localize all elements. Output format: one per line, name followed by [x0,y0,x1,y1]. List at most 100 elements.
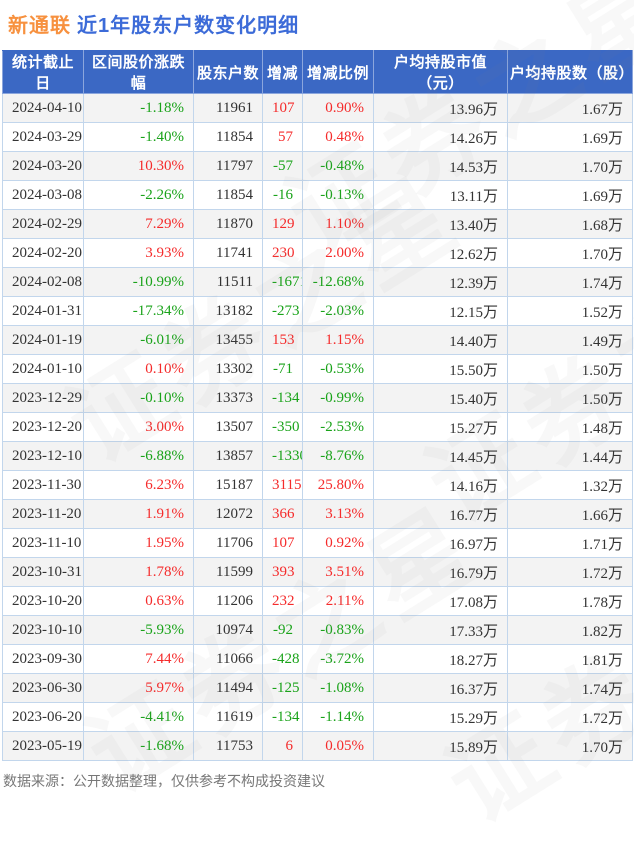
table-row: 2024-01-31 -17.34% 13182 -273 -2.03% 12.… [2,296,633,326]
cell-delta: -428 [262,644,303,674]
cell-change: -4.41% [83,702,194,732]
cell-change: -2.26% [83,180,194,210]
cell-date: 2024-02-20 [2,238,84,268]
cell-change: 5.97% [83,673,194,703]
cell-avg-value: 16.97万 [373,528,508,558]
cell-avg-shares: 1.70万 [507,238,633,268]
cell-holders: 11206 [193,586,263,616]
cell-avg-value: 13.40万 [373,209,508,239]
cell-change: -1.68% [83,731,194,761]
cell-date: 2023-09-30 [2,644,84,674]
cell-holders: 13455 [193,325,263,355]
cell-holders: 11753 [193,731,263,761]
table-row: 2023-11-20 1.91% 12072 366 3.13% 16.77万 … [2,499,633,529]
cell-ratio: 1.15% [302,325,374,355]
cell-avg-shares: 1.48万 [507,412,633,442]
cell-date: 2023-11-30 [2,470,84,500]
cell-avg-value: 14.26万 [373,122,508,152]
cell-holders: 12072 [193,499,263,529]
cell-delta: -1671 [262,267,303,297]
cell-ratio: -0.13% [302,180,374,210]
table-row: 2023-12-29 -0.10% 13373 -134 -0.99% 15.4… [2,383,633,413]
cell-avg-value: 16.77万 [373,499,508,529]
cell-holders: 11511 [193,267,263,297]
cell-delta: -92 [262,615,303,645]
column-header-delta: 增减 [262,50,303,94]
table-row: 2023-12-20 3.00% 13507 -350 -2.53% 15.27… [2,412,633,442]
table-row: 2023-06-30 5.97% 11494 -125 -1.08% 16.37… [2,673,633,703]
cell-avg-value: 12.62万 [373,238,508,268]
cell-avg-shares: 1.69万 [507,180,633,210]
cell-date: 2024-03-20 [2,151,84,181]
cell-holders: 15187 [193,470,263,500]
table-row: 2024-02-29 7.29% 11870 129 1.10% 13.40万 … [2,209,633,239]
cell-delta: -1330 [262,441,303,471]
cell-ratio: -0.99% [302,383,374,413]
cell-delta: 107 [262,528,303,558]
cell-delta: 232 [262,586,303,616]
cell-ratio: -2.53% [302,412,374,442]
stock-name: 新通联 [8,15,71,37]
cell-change: -6.01% [83,325,194,355]
cell-avg-shares: 1.69万 [507,122,633,152]
cell-holders: 11961 [193,93,263,123]
cell-change: -1.18% [83,93,194,123]
cell-date: 2023-11-20 [2,499,84,529]
cell-ratio: -0.53% [302,354,374,384]
cell-date: 2024-02-08 [2,267,84,297]
cell-avg-shares: 1.72万 [507,557,633,587]
cell-ratio: -1.08% [302,673,374,703]
cell-avg-shares: 1.50万 [507,354,633,384]
cell-date: 2024-01-31 [2,296,84,326]
table-row: 2024-03-20 10.30% 11797 -57 -0.48% 14.53… [2,151,633,181]
cell-holders: 11741 [193,238,263,268]
table-row: 2023-11-30 6.23% 15187 3115 25.80% 14.16… [2,470,633,500]
cell-change: 10.30% [83,151,194,181]
cell-date: 2024-01-19 [2,325,84,355]
cell-date: 2023-10-10 [2,615,84,645]
cell-ratio: 2.00% [302,238,374,268]
cell-date: 2023-10-20 [2,586,84,616]
table-row: 2024-04-10 -1.18% 11961 107 0.90% 13.96万… [2,93,633,123]
cell-change: -6.88% [83,441,194,471]
cell-date: 2023-05-19 [2,731,84,761]
table-header-row: 统计截止日 区间股价涨跌幅 股东户数 增减 增减比例 户均持股市值（元） 户均持… [2,50,634,94]
table-row: 2024-01-19 -6.01% 13455 153 1.15% 14.40万… [2,325,633,355]
column-header-date: 统计截止日 [2,50,84,94]
cell-ratio: 0.92% [302,528,374,558]
cell-change: 0.10% [83,354,194,384]
cell-change: 1.91% [83,499,194,529]
page-title: 新通联 近1年股东户数变化明细 [8,9,634,38]
cell-change: 1.95% [83,528,194,558]
table-row: 2024-03-08 -2.26% 11854 -16 -0.13% 13.11… [2,180,633,210]
cell-delta: -125 [262,673,303,703]
cell-date: 2023-06-20 [2,702,84,732]
table-row: 2024-03-29 -1.40% 11854 57 0.48% 14.26万 … [2,122,633,152]
cell-delta: 230 [262,238,303,268]
cell-change: 3.93% [83,238,194,268]
cell-avg-value: 15.29万 [373,702,508,732]
cell-date: 2023-12-10 [2,441,84,471]
cell-avg-shares: 1.70万 [507,731,633,761]
cell-ratio: 0.90% [302,93,374,123]
cell-ratio: 0.48% [302,122,374,152]
cell-delta: -134 [262,383,303,413]
cell-holders: 11494 [193,673,263,703]
cell-change: 7.44% [83,644,194,674]
cell-delta: 366 [262,499,303,529]
cell-avg-shares: 1.44万 [507,441,633,471]
cell-delta: 393 [262,557,303,587]
cell-ratio: 3.13% [302,499,374,529]
title-text: 近1年股东户数变化明细 [77,15,300,37]
cell-avg-value: 17.33万 [373,615,508,645]
cell-change: -5.93% [83,615,194,645]
cell-avg-shares: 1.32万 [507,470,633,500]
table-row: 2024-02-20 3.93% 11741 230 2.00% 12.62万 … [2,238,633,268]
table-row: 2023-10-20 0.63% 11206 232 2.11% 17.08万 … [2,586,633,616]
cell-date: 2023-12-29 [2,383,84,413]
table-row: 2023-05-19 -1.68% 11753 6 0.05% 15.89万 1… [2,731,633,761]
cell-delta: -16 [262,180,303,210]
cell-avg-shares: 1.70万 [507,151,633,181]
cell-holders: 11797 [193,151,263,181]
cell-ratio: 2.11% [302,586,374,616]
